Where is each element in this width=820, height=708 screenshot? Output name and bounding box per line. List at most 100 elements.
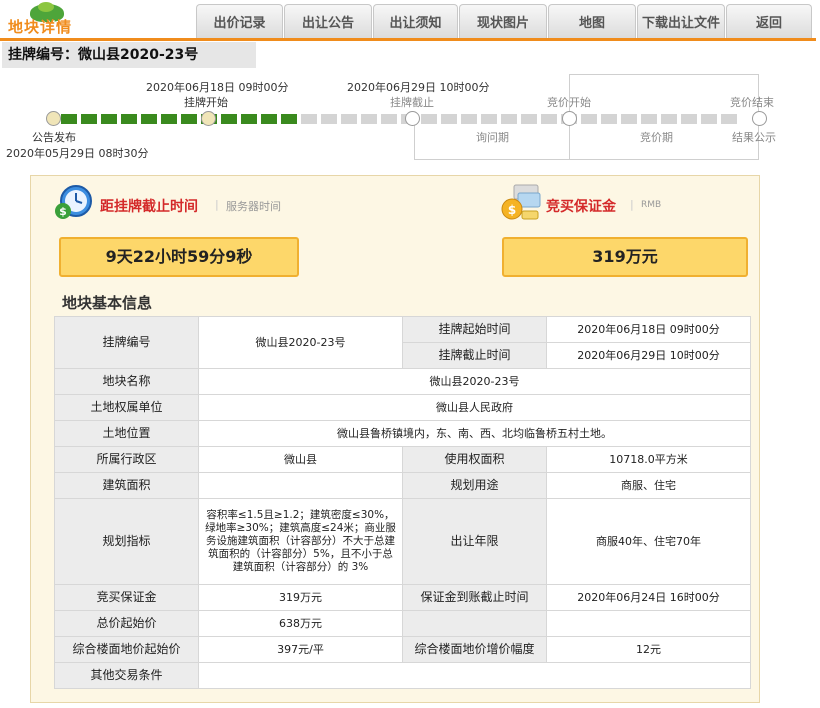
start-time-value: 2020年06月18日 09时00分 bbox=[546, 316, 751, 343]
tab-map[interactable]: 地图 bbox=[548, 4, 636, 38]
timeline-dot-bid-start bbox=[562, 111, 577, 126]
clock-icon: $ bbox=[55, 185, 92, 219]
table-row: 挂牌编号 微山县2020-23号 挂牌起始时间 2020年06月18日 09时0… bbox=[54, 316, 751, 369]
other-conditions-label: 其他交易条件 bbox=[54, 662, 199, 689]
term-value: 商服40年、住宅70年 bbox=[546, 498, 751, 585]
tab-notice[interactable]: 出让须知 bbox=[373, 4, 458, 38]
deposit-cell-value: 319万元 bbox=[198, 584, 403, 611]
listing-end-label: 挂牌截止 bbox=[390, 96, 434, 109]
timeline-dot-announcement bbox=[46, 111, 61, 126]
deposit-title: 竞买保证金 bbox=[546, 199, 616, 215]
money-stack-icon: $ bbox=[501, 184, 541, 220]
timeline-dot-bid-end bbox=[752, 111, 767, 126]
listing-start-label: 挂牌开始 bbox=[184, 96, 228, 109]
table-row: 综合楼面地价起始价 397元/平 综合楼面地价增价幅度 12元 bbox=[54, 636, 751, 663]
timeline-segment bbox=[81, 114, 97, 124]
plan-index-label: 规划指标 bbox=[54, 498, 199, 585]
timeline-dot-listing-start bbox=[201, 111, 216, 126]
tab-back[interactable]: 返回 bbox=[726, 4, 812, 38]
announcement-time: 2020年05月29日 08时30分 bbox=[6, 147, 149, 160]
svg-text:$: $ bbox=[508, 203, 516, 217]
owner-value: 微山县人民政府 bbox=[198, 394, 751, 421]
use-area-value: 10718.0平方米 bbox=[546, 446, 751, 473]
section-title: 地块基本信息 bbox=[62, 294, 153, 312]
listing-no-value: 微山县2020-23号 bbox=[198, 316, 403, 369]
start-price-value: 638万元 bbox=[198, 610, 403, 637]
table-row: 地块名称 微山县2020-23号 bbox=[54, 368, 751, 395]
increment-label: 综合楼面地价增价幅度 bbox=[402, 636, 547, 663]
tab-announcement[interactable]: 出让公告 bbox=[284, 4, 372, 38]
term-label: 出让年限 bbox=[402, 498, 547, 585]
parcel-name-value: 微山县2020-23号 bbox=[198, 368, 751, 395]
table-row: 规划指标 容积率≤1.5且≥1.2；建筑密度≤30%，绿地率≥30%；建筑高度≤… bbox=[54, 498, 751, 585]
tab-photos[interactable]: 现状图片 bbox=[459, 4, 547, 38]
countdown-sub: 服务器时间 bbox=[226, 200, 281, 213]
listing-start-time: 2020年06月18日 09时00分 bbox=[146, 81, 289, 94]
start-price-label: 总价起始价 bbox=[54, 610, 199, 637]
timeline-segment bbox=[281, 114, 297, 124]
parcel-info-table: 挂牌编号 微山县2020-23号 挂牌起始时间 2020年06月18日 09时0… bbox=[54, 316, 751, 689]
timeline-segment bbox=[61, 114, 77, 124]
timeline-segment bbox=[181, 114, 197, 124]
tab-download[interactable]: 下载出让文件 bbox=[637, 4, 725, 38]
countdown-value: 9天22小时59分9秒 bbox=[59, 237, 299, 277]
deposit-deadline-value: 2020年06月24日 16时00分 bbox=[546, 584, 751, 611]
start-time-label: 挂牌起始时间 bbox=[402, 316, 547, 343]
table-row: 竞买保证金 319万元 保证金到账截止时间 2020年06月24日 16时00分 bbox=[54, 584, 751, 611]
bid-start-label: 竞价开始 bbox=[547, 96, 591, 109]
timeline-segment bbox=[121, 114, 137, 124]
timeline-segment bbox=[321, 114, 337, 124]
timeline-dot-listing-end bbox=[405, 111, 420, 126]
table-row: 建筑面积 规划用途 商服、住宅 bbox=[54, 472, 751, 499]
logo: 地块详情 bbox=[8, 2, 84, 38]
timeline-segment bbox=[261, 114, 277, 124]
plan-use-value: 商服、住宅 bbox=[546, 472, 751, 499]
timeline-segment bbox=[341, 114, 357, 124]
end-time-value: 2020年06月29日 10时00分 bbox=[546, 342, 751, 369]
build-area-label: 建筑面积 bbox=[54, 472, 199, 499]
build-area-value bbox=[198, 472, 403, 499]
announcement-label: 公告发布 bbox=[32, 131, 76, 144]
use-area-label: 使用权面积 bbox=[402, 446, 547, 473]
location-value: 微山县鲁桥镇境内，东、南、西、北均临鲁桥五村土地。 bbox=[198, 420, 751, 447]
timeline-segment bbox=[241, 114, 257, 124]
district-value: 微山县 bbox=[198, 446, 403, 473]
page-title: 地块详情 bbox=[8, 18, 73, 36]
bid-period-label: 竞价期 bbox=[640, 131, 673, 144]
table-row: 所属行政区 微山县 使用权面积 10718.0平方米 bbox=[54, 446, 751, 473]
countdown-title: 距挂牌截止时间 bbox=[100, 199, 198, 215]
parcel-name-label: 地块名称 bbox=[54, 368, 199, 395]
increment-value: 12元 bbox=[546, 636, 751, 663]
end-time-label: 挂牌截止时间 bbox=[402, 342, 547, 369]
tab-bid-records[interactable]: 出价记录 bbox=[196, 4, 283, 38]
deposit-deadline-label: 保证金到账截止时间 bbox=[402, 584, 547, 611]
header-divider bbox=[0, 38, 816, 41]
bid-end-label: 竞价结束 bbox=[730, 96, 774, 109]
location-label: 土地位置 bbox=[54, 420, 199, 447]
timeline-segment bbox=[381, 114, 397, 124]
timeline-segment bbox=[221, 114, 237, 124]
timeline-segment bbox=[361, 114, 377, 124]
deposit-label: 竞买保证金 bbox=[54, 584, 199, 611]
deposit-value: 319万元 bbox=[502, 237, 748, 277]
other-conditions-value bbox=[198, 662, 751, 689]
inquiry-period-label: 询问期 bbox=[476, 131, 509, 144]
floor-price-value: 397元/平 bbox=[198, 636, 403, 663]
owner-label: 土地权属单位 bbox=[54, 394, 199, 421]
timeline-segment bbox=[141, 114, 157, 124]
table-row: 其他交易条件 bbox=[54, 662, 751, 689]
listing-end-time: 2020年06月29日 10时00分 bbox=[347, 81, 490, 94]
table-row: 土地位置 微山县鲁桥镇境内，东、南、西、北均临鲁桥五村土地。 bbox=[54, 420, 751, 447]
plan-use-label: 规划用途 bbox=[402, 472, 547, 499]
result-label: 结果公示 bbox=[732, 131, 776, 144]
table-row: 总价起始价 638万元 bbox=[54, 610, 751, 637]
top-nav: 出价记录 出让公告 出让须知 现状图片 地图 下载出让文件 返回 bbox=[196, 4, 813, 38]
plan-index-value: 容积率≤1.5且≥1.2；建筑密度≤30%，绿地率≥30%；建筑高度≤24米；商… bbox=[198, 498, 403, 585]
svg-text:$: $ bbox=[59, 205, 67, 218]
timeline-segment bbox=[301, 114, 317, 124]
deposit-sub: RMB bbox=[641, 200, 662, 210]
timeline-segment bbox=[161, 114, 177, 124]
floor-price-label: 综合楼面地价起始价 bbox=[54, 636, 199, 663]
listing-no-label: 挂牌编号 bbox=[54, 316, 199, 369]
table-row: 土地权属单位 微山县人民政府 bbox=[54, 394, 751, 421]
